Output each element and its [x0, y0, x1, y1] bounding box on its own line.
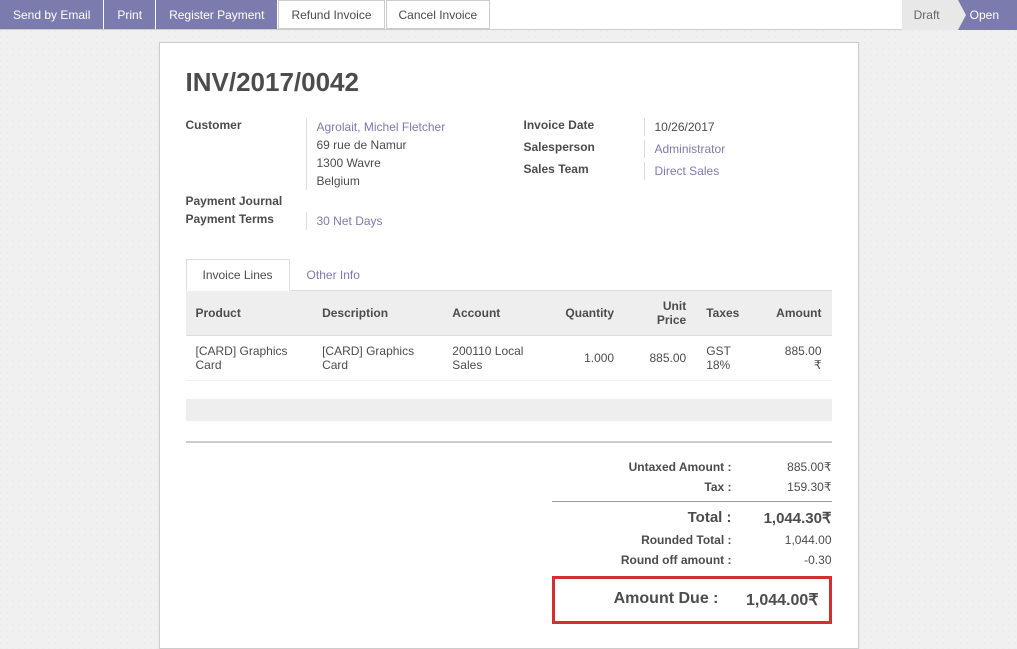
- invoice-date-label: Invoice Date: [524, 118, 644, 132]
- tabs: Invoice Lines Other Info: [186, 258, 832, 291]
- sales-team-link[interactable]: Direct Sales: [655, 164, 720, 178]
- payment-journal-label: Payment Journal: [186, 194, 306, 208]
- send-email-button[interactable]: Send by Email: [0, 0, 103, 29]
- table-row[interactable]: [CARD] Graphics Card [CARD] Graphics Car…: [186, 336, 832, 381]
- col-quantity: Quantity: [555, 291, 624, 336]
- totals-block: Untaxed Amount : 885.00₹ Tax : 159.30₹ T…: [552, 457, 832, 624]
- cell-description: [CARD] Graphics Card: [312, 336, 442, 381]
- col-unit-price: Unit Price: [624, 291, 696, 336]
- cell-account: 200110 Local Sales: [442, 336, 555, 381]
- untaxed-label: Untaxed Amount :: [552, 460, 732, 474]
- col-account: Account: [442, 291, 555, 336]
- total-value: 1,044.30₹: [752, 509, 832, 527]
- totals-divider: [186, 441, 832, 443]
- invoice-number: INV/2017/0042: [186, 67, 832, 98]
- payment-terms-label: Payment Terms: [186, 212, 306, 226]
- cell-quantity: 1.000: [555, 336, 624, 381]
- payment-terms-link[interactable]: 30 Net Days: [317, 214, 383, 228]
- separator-bar: [186, 399, 832, 421]
- sales-team-label: Sales Team: [524, 162, 644, 176]
- invoice-lines-table: Product Description Account Quantity Uni…: [186, 291, 832, 381]
- status-draft[interactable]: Draft: [902, 0, 958, 30]
- status-bar: Draft Open: [902, 0, 1017, 30]
- col-product: Product: [186, 291, 313, 336]
- cancel-invoice-button[interactable]: Cancel Invoice: [386, 0, 491, 29]
- tax-label: Tax :: [552, 480, 732, 494]
- customer-country: Belgium: [317, 174, 360, 188]
- round-off-label: Round off amount :: [552, 553, 732, 567]
- action-toolbar: Send by Email Print Register Payment Ref…: [0, 0, 1017, 30]
- tax-value: 159.30₹: [752, 480, 832, 494]
- cell-taxes: GST 18%: [696, 336, 764, 381]
- cell-unit-price: 885.00: [624, 336, 696, 381]
- col-taxes: Taxes: [696, 291, 764, 336]
- col-description: Description: [312, 291, 442, 336]
- round-off-value: -0.30: [752, 553, 832, 567]
- amount-due-highlight: Amount Due : 1,044.00₹: [552, 576, 832, 624]
- rounded-total-label: Rounded Total :: [552, 533, 732, 547]
- col-amount: Amount: [764, 291, 831, 336]
- tab-invoice-lines[interactable]: Invoice Lines: [186, 259, 290, 291]
- customer-label: Customer: [186, 118, 306, 132]
- refund-invoice-button[interactable]: Refund Invoice: [278, 0, 384, 29]
- total-label: Total :: [552, 509, 732, 527]
- print-button[interactable]: Print: [104, 0, 155, 29]
- salesperson-label: Salesperson: [524, 140, 644, 154]
- cell-amount: 885.00 ₹: [764, 336, 831, 381]
- status-open[interactable]: Open: [958, 0, 1017, 30]
- register-payment-button[interactable]: Register Payment: [156, 0, 277, 29]
- rounded-total-value: 1,044.00: [752, 533, 832, 547]
- customer-address-line2: 1300 Wavre: [317, 156, 381, 170]
- invoice-sheet: INV/2017/0042 Customer Agrolait, Michel …: [159, 42, 859, 649]
- cell-product: [CARD] Graphics Card: [186, 336, 313, 381]
- customer-address-line1: 69 rue de Namur: [317, 138, 407, 152]
- amount-due-value: 1,044.00₹: [739, 590, 819, 610]
- amount-due-label: Amount Due :: [565, 590, 719, 610]
- salesperson-link[interactable]: Administrator: [655, 142, 726, 156]
- invoice-date-value: 10/26/2017: [644, 118, 832, 136]
- customer-name-link[interactable]: Agrolait, Michel Fletcher: [317, 120, 446, 134]
- tab-other-info[interactable]: Other Info: [290, 259, 377, 291]
- untaxed-value: 885.00₹: [752, 460, 832, 474]
